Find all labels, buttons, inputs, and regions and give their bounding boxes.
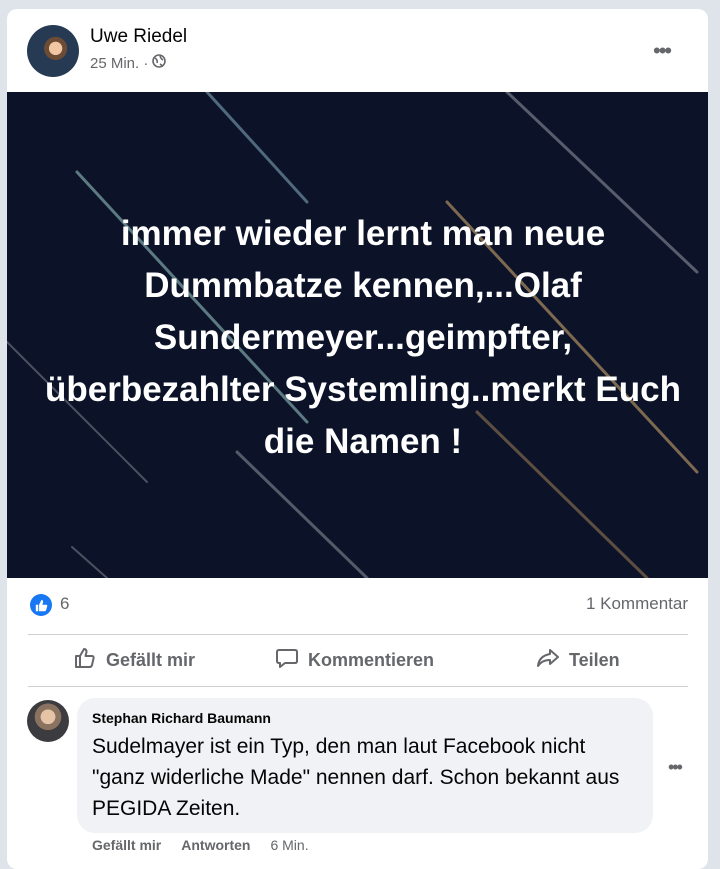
share-button[interactable]: Teilen (536, 646, 620, 675)
comment-icon (275, 646, 299, 675)
thumbs-up-icon (73, 646, 97, 675)
post-image-text: immer wieder lernt man neue Dummbatze ke… (44, 214, 681, 461)
reaction-count[interactable]: 6 (60, 594, 69, 614)
divider (28, 634, 688, 635)
share-icon (536, 646, 560, 675)
comment-reply-link[interactable]: Antworten (181, 837, 250, 853)
divider (28, 686, 688, 687)
comment-author-name[interactable]: Stephan Richard Baumann (92, 710, 271, 726)
comment-like-link[interactable]: Gefällt mir (92, 837, 161, 853)
share-button-label: Teilen (569, 650, 620, 670)
globe-icon (152, 54, 167, 72)
post-meta: 25 Min. · (90, 54, 167, 72)
comment-time[interactable]: 6 Min. (270, 837, 308, 853)
comment-count[interactable]: 1 Kommentar (586, 594, 688, 614)
like-button-label: Gefällt mir (106, 650, 196, 670)
comment-text: Sudelmayer ist ein Typ, den man laut Fac… (92, 735, 620, 820)
comment-actions: Gefällt mir Antworten 6 Min. (92, 837, 309, 853)
author-avatar[interactable] (27, 25, 79, 77)
post-image[interactable]: immer wieder lernt man neue Dummbatze ke… (7, 92, 708, 578)
post-time[interactable]: 25 Min. · (90, 55, 148, 72)
post-author-name[interactable]: Uwe Riedel (90, 26, 187, 48)
comment-bubble: Stephan Richard Baumann Sudelmayer ist e… (77, 698, 653, 833)
like-icon[interactable] (30, 594, 52, 616)
comment-button[interactable]: Kommentieren (275, 646, 434, 675)
post-options-icon[interactable]: ••• (653, 38, 672, 64)
comment-options-icon[interactable]: ••• (668, 757, 683, 778)
like-button[interactable]: Gefällt mir (73, 646, 195, 675)
commenter-avatar[interactable] (27, 700, 69, 742)
comment-button-label: Kommentieren (308, 650, 435, 670)
